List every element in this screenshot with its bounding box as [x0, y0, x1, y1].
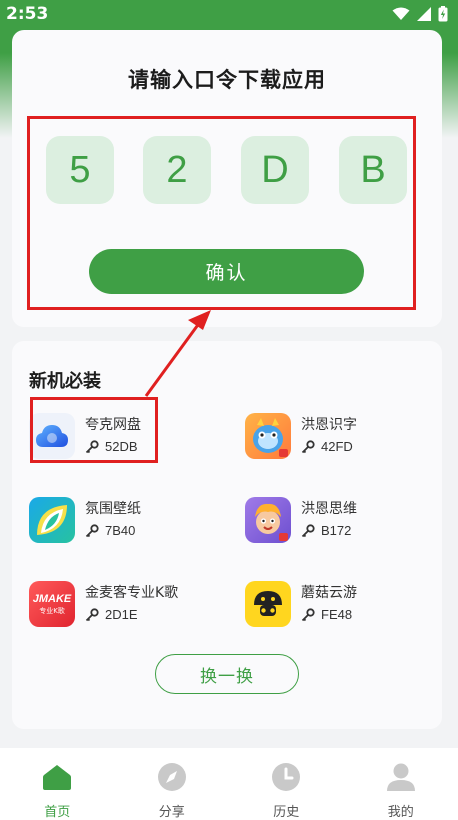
clock-icon — [271, 762, 301, 792]
app-name: 蘑菇云游 — [301, 585, 357, 601]
signal-icon — [417, 7, 431, 21]
code-entry-card: 请输入口令下载应用 5 2 D B 确认 — [12, 30, 442, 327]
nav-item-home[interactable]: 首页 — [0, 748, 115, 820]
hongen-literacy-icon — [245, 413, 291, 459]
nav-item-history[interactable]: 历史 — [229, 748, 344, 820]
jmake-logo-text: JMAKE — [32, 592, 72, 605]
app-code-text: 7B40 — [105, 523, 136, 538]
app-code: 7B40 — [85, 523, 135, 538]
key-icon — [301, 607, 315, 621]
status-bar: 2:53 — [0, 0, 458, 28]
app-code-text: 2D1E — [105, 607, 138, 622]
confirm-button[interactable]: 确认 — [89, 249, 364, 294]
app-code: 2D1E — [85, 607, 138, 622]
app-code: B172 — [301, 523, 351, 538]
app-code: FE48 — [301, 607, 352, 622]
status-time: 2:53 — [6, 4, 49, 24]
key-icon — [85, 607, 99, 621]
code-digit-3[interactable]: D — [241, 136, 309, 204]
status-icons — [392, 6, 448, 22]
app-code-text: 42FD — [321, 439, 353, 454]
code-digit-4[interactable]: B — [339, 136, 407, 204]
hongen-thinking-icon — [245, 497, 291, 543]
wifi-icon — [392, 7, 410, 20]
annotation-highlight-app — [30, 397, 158, 463]
app-name: 金麦客专业K歌 — [85, 585, 179, 601]
nav-label: 历史 — [273, 805, 300, 820]
home-icon — [42, 762, 72, 792]
key-icon — [301, 439, 315, 453]
app-name: 洪恩识字 — [301, 417, 357, 433]
apps-heading: 新机必装 — [29, 371, 101, 392]
code-digit-2[interactable]: 2 — [143, 136, 211, 204]
bottom-nav: 首页 分享 历史 我的 — [0, 748, 458, 820]
jmake-logo-subtext: 专业K歌 — [39, 606, 65, 615]
jmake-karaoke-icon: JMAKE 专业K歌 — [29, 581, 75, 627]
mushroom-game-icon — [245, 581, 291, 627]
nav-label: 我的 — [387, 805, 414, 820]
code-title: 请输入口令下载应用 — [128, 68, 326, 92]
nav-item-profile[interactable]: 我的 — [344, 748, 458, 820]
app-item-mushroom[interactable]: 蘑菇云游 FE48 — [245, 581, 445, 637]
wallpaper-icon — [29, 497, 75, 543]
refresh-button[interactable]: 换一换 — [155, 654, 299, 694]
app-name: 氛围壁纸 — [85, 501, 141, 517]
user-icon — [386, 762, 416, 792]
app-name: 洪恩思维 — [301, 501, 357, 517]
nav-label: 分享 — [158, 805, 185, 820]
code-digit-1[interactable]: 5 — [46, 136, 114, 204]
key-icon — [301, 523, 315, 537]
nav-item-share[interactable]: 分享 — [115, 748, 230, 820]
app-item-hongen-literacy[interactable]: 洪恩识字 42FD — [245, 413, 445, 469]
app-code: 42FD — [301, 439, 353, 454]
app-code-text: B172 — [321, 523, 352, 538]
app-code-text: FE48 — [321, 607, 353, 622]
nav-label: 首页 — [44, 805, 71, 820]
app-item-jmake[interactable]: JMAKE 专业K歌 金麦客专业K歌 2D1E — [29, 581, 229, 637]
battery-icon — [438, 6, 448, 22]
key-icon — [85, 523, 99, 537]
app-item-hongen-thinking[interactable]: 洪恩思维 B172 — [245, 497, 445, 553]
compass-icon — [157, 762, 187, 792]
app-item-wallpaper[interactable]: 氛围壁纸 7B40 — [29, 497, 229, 553]
